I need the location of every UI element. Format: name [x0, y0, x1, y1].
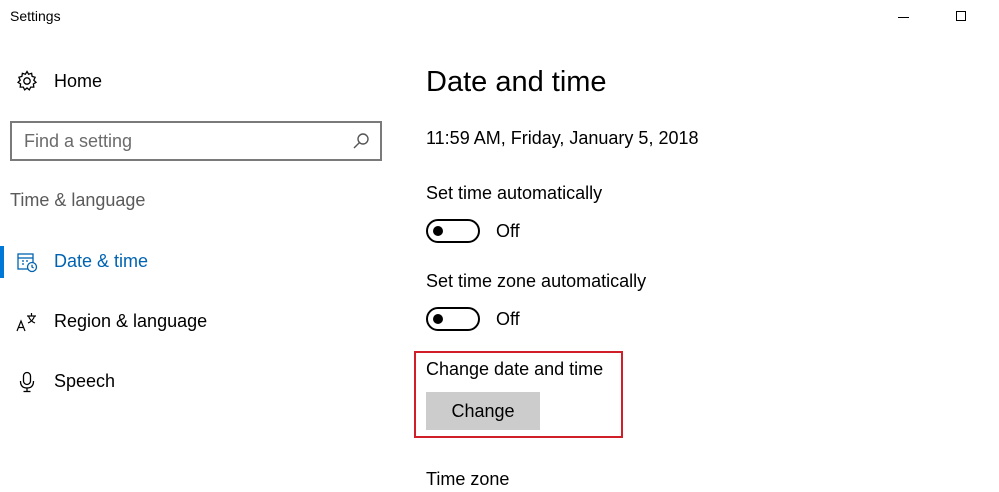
- search-input[interactable]: [24, 129, 324, 153]
- sidebar-item-label: Region & language: [54, 311, 208, 331]
- set-time-auto-toggle[interactable]: [426, 219, 480, 243]
- minimize-icon: [897, 16, 909, 18]
- minimize-button[interactable]: [880, 0, 926, 32]
- sidebar-item-date-time[interactable]: Date & time: [0, 242, 390, 282]
- section-label: Time & language: [10, 190, 146, 210]
- maximize-icon: [956, 11, 966, 21]
- set-timezone-auto-label: Set time zone automatically: [426, 271, 647, 291]
- sidebar-item-label: Speech: [54, 371, 116, 391]
- sidebar-item-label: Date & time: [54, 251, 149, 271]
- change-button[interactable]: Change: [426, 392, 540, 430]
- microphone-icon: [19, 371, 35, 393]
- toggle-knob: [433, 314, 443, 324]
- region-language-icon: [16, 313, 36, 332]
- current-datetime: 11:59 AM, Friday, January 5, 2018: [426, 128, 699, 148]
- sidebar-item-speech[interactable]: Speech: [0, 362, 390, 402]
- toggle-state-label: Off: [496, 308, 520, 329]
- set-time-auto-row: Off: [426, 219, 520, 243]
- toggle-state-label: Off: [496, 220, 520, 241]
- search-box[interactable]: [10, 121, 382, 161]
- nav-home-label: Home: [54, 70, 103, 91]
- change-date-time-label: Change date and time: [426, 359, 604, 379]
- search-icon[interactable]: [352, 132, 370, 150]
- set-timezone-auto-row: Off: [426, 307, 520, 331]
- sidebar-item-region-language[interactable]: Region & language: [0, 302, 390, 342]
- time-zone-label: Time zone: [426, 469, 510, 489]
- active-indicator: [0, 246, 4, 278]
- calendar-clock-icon: [17, 253, 38, 273]
- set-timezone-auto-toggle[interactable]: [426, 307, 480, 331]
- set-time-auto-label: Set time automatically: [426, 183, 603, 203]
- settings-window: Settings Home Time & language: [0, 0, 999, 492]
- toggle-knob: [433, 226, 443, 236]
- nav-home[interactable]: Home: [15, 64, 102, 98]
- app-title: Settings: [10, 8, 61, 24]
- page-title: Date and time: [426, 66, 607, 98]
- title-bar: Settings: [0, 0, 999, 32]
- gear-icon: [16, 70, 38, 91]
- maximize-button[interactable]: [938, 0, 984, 32]
